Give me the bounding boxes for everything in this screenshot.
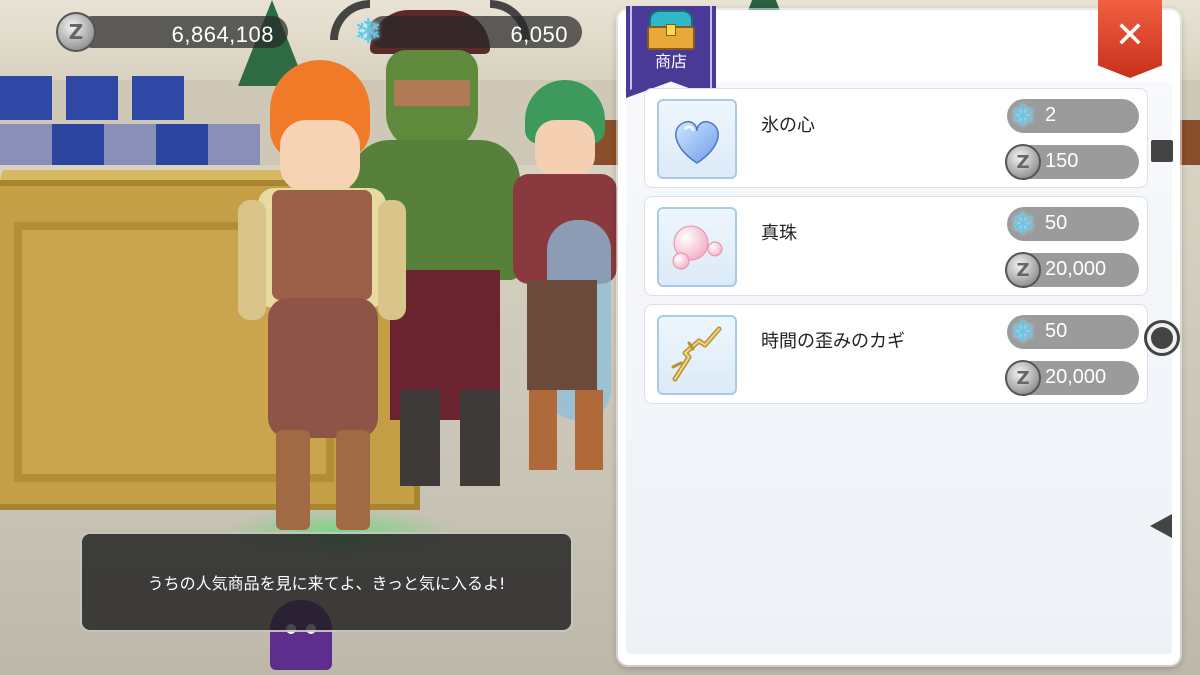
item-icon-frame [657,207,737,287]
npc-dialog[interactable]: うちの人気商品を見に来てよ、きっと気に入るよ! [80,532,573,632]
zeny-counter: 6,864,108 Z [56,12,288,52]
snowflake-icon: ❄ [1010,314,1036,350]
snowflake-icon: ❄ [1010,206,1036,242]
zeny-amount: 6,864,108 [171,22,274,47]
zeny-coin-icon: Z [1005,252,1041,288]
zeny-price-button[interactable]: Z 20,000 [1005,360,1139,396]
item-icon-frame [657,315,737,395]
shop-item-twisted-key[interactable]: 時間の歪みのカギ ❄ 50 Z 20,000 [644,304,1148,404]
shop-title: 商店 [654,52,687,71]
shop-item-pearl[interactable]: 真珠 ❄ 50 Z 20,000 [644,196,1148,296]
zeny-price: 20,000 [1045,366,1107,388]
crystal-price: 2 [1045,104,1057,126]
ice-heart-icon [675,120,719,164]
pearl-icon [672,225,723,270]
home-button[interactable] [1144,320,1180,356]
crystal-price-button[interactable]: ❄ 2 [1007,98,1139,134]
crystal-price: 50 [1045,320,1068,342]
zeny-price: 150 [1045,150,1079,172]
item-name: 時間の歪みのカギ [761,331,905,352]
zeny-price: 20,000 [1045,258,1107,280]
close-icon: ✕ [1114,14,1146,56]
crystal-price-button[interactable]: ❄ 50 [1007,314,1139,350]
item-name: 真珠 [761,223,797,244]
green-hair-npc[interactable] [505,80,620,475]
item-icon-frame [657,99,737,179]
zeny-price-button[interactable]: Z 20,000 [1005,252,1139,288]
crystal-price: 50 [1045,212,1068,234]
crystal-counter: 6,050 ❄ [348,12,582,52]
zeny-price-button[interactable]: Z 150 [1005,144,1139,180]
zeny-coin-icon: Z [1005,144,1041,180]
orange-hair-player[interactable] [232,60,412,540]
close-button[interactable]: ✕ [1098,0,1162,78]
shop-item-ice-heart[interactable]: 氷の心 ❄ 2 Z 150 [644,88,1148,188]
crystal-price-button[interactable]: ❄ 50 [1007,206,1139,242]
zeny-coin-icon: Z [56,12,96,52]
recent-apps-button[interactable] [1151,140,1173,162]
dialog-text: うちの人気商品を見に来てよ、きっと気に入るよ! [147,574,506,593]
snowflake-icon: ❄ [1010,98,1036,134]
zeny-coin-icon: Z [1005,360,1041,396]
back-button[interactable] [1150,514,1172,538]
twisted-key-icon [671,326,722,382]
crystal-amount: 6,050 [510,22,568,47]
snowflake-icon: ❄ [353,12,383,52]
treasure-chest-icon [645,10,697,52]
item-name: 氷の心 [761,115,815,136]
